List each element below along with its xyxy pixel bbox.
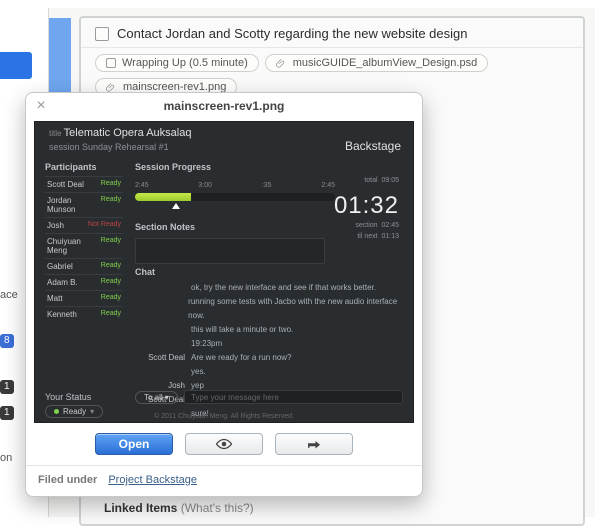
session-progress-panel: Session Progress 2:45 3:00 :35 2:45 (135, 162, 335, 201)
participants-panel: Participants Scott DealReadyJordan Munso… (45, 162, 123, 322)
linked-items-heading: Linked Items (What's this?) (104, 501, 254, 515)
timeline-mark: 3:00 (198, 182, 212, 189)
participant-row: GabrielReady (45, 258, 123, 274)
sidebar-badge: 1 (0, 380, 14, 394)
sidebar-selected-indicator (0, 52, 32, 79)
timeline-mark: :35 (262, 182, 272, 189)
task-color-strip (49, 18, 71, 98)
timeline-fill (135, 193, 191, 201)
sidebar-badge: 8 (0, 334, 14, 348)
chat-line: Scott DealAre we ready for a run now? (135, 351, 403, 365)
chip-label: Wrapping Up (0.5 minute) (122, 57, 248, 69)
sidebar-text-fragment: ace (0, 289, 18, 301)
your-status-label: Your Status (45, 392, 91, 402)
preview-toolbar: Open (26, 423, 422, 465)
participants-heading: Participants (45, 162, 123, 172)
attachment-chip[interactable]: musicGUIDE_albumView_Design.psd (265, 54, 488, 72)
sidebar-text-fragment: on (0, 452, 12, 464)
task-title: Contact Jordan and Scotty regarding the … (117, 26, 468, 41)
chat-recipient-pill: To all ▾ (135, 391, 178, 404)
linked-items-hint[interactable]: (What's this?) (181, 501, 254, 515)
preview-image: title Telematic Opera Auksalaq session S… (34, 121, 414, 423)
linked-items-label: Linked Items (104, 501, 177, 515)
chat-line: yes. (135, 365, 403, 379)
participant-row: Chuiyuan MengReady (45, 233, 123, 258)
paperclip-icon (276, 58, 287, 69)
chat-input-row: To all ▾ Type your message here (135, 390, 403, 404)
chat-line: ok, try the new interface and see if tha… (135, 281, 403, 295)
timeline-mark: 2:45 (135, 182, 149, 189)
eye-icon (215, 438, 233, 450)
paperclip-icon (106, 82, 117, 93)
timeline-handle-icon (172, 203, 180, 209)
task-title-row: Contact Jordan and Scotty regarding the … (81, 18, 583, 48)
chat-input-field: Type your message here (184, 390, 403, 404)
task-checkbox[interactable] (95, 27, 109, 41)
til-next-row: til next 01:13 (357, 233, 399, 240)
chip-label: musicGUIDE_albumView_Design.psd (293, 57, 477, 69)
preview-copyright: © 2011 Chuiyuan Meng. All Rights Reserve… (35, 413, 413, 420)
timeline-track (135, 193, 335, 201)
participant-row: MattReady (45, 290, 123, 306)
section-time-row: section 02:45 (355, 222, 399, 229)
share-icon (305, 438, 323, 450)
sidebar-badge: 1 (0, 406, 14, 420)
filed-under-row: Filed under Project Backstage (26, 465, 422, 496)
preview-brand: Backstage (345, 139, 401, 153)
close-icon[interactable]: × (34, 99, 48, 113)
session-progress-heading: Session Progress (135, 162, 335, 172)
preview-app-subtitle: session Sunday Rehearsal #1 (49, 142, 169, 152)
filed-under-link[interactable]: Project Backstage (108, 474, 197, 486)
subtask-checkbox[interactable] (106, 58, 116, 68)
participant-row: JoshNot Ready (45, 217, 123, 233)
section-notes-panel: Section Notes (135, 222, 325, 264)
chat-line: running some tests with Jacbo with the n… (135, 295, 403, 323)
participant-row: KennethReady (45, 306, 123, 322)
participant-row: Scott DealReady (45, 176, 123, 192)
section-notes-heading: Section Notes (135, 222, 325, 232)
open-button[interactable]: Open (95, 433, 173, 455)
preview-filename: mainscreen-rev1.png (26, 93, 422, 121)
chat-line: 19:23pm (135, 337, 403, 351)
chat-panel: Chat ok, try the new interface and see i… (135, 267, 403, 404)
quicklook-button[interactable] (185, 433, 263, 455)
subtask-chip[interactable]: Wrapping Up (0.5 minute) (95, 54, 259, 72)
participant-row: Adam B.Ready (45, 274, 123, 290)
participant-row: Jordan MunsonReady (45, 192, 123, 217)
total-time-row: total 09:05 (364, 177, 399, 184)
share-button[interactable] (275, 433, 353, 455)
big-timer: 01:32 (334, 192, 399, 220)
filed-under-label: Filed under (38, 474, 97, 486)
chat-line: this will take a minute or two. (135, 323, 403, 337)
section-notes-box (135, 238, 325, 264)
timeline-mark: 2:45 (321, 182, 335, 189)
chat-heading: Chat (135, 267, 403, 277)
preview-app-title: title Telematic Opera Auksalaq (49, 127, 191, 139)
quicklook-preview: × mainscreen-rev1.png title Telematic Op… (25, 92, 423, 497)
